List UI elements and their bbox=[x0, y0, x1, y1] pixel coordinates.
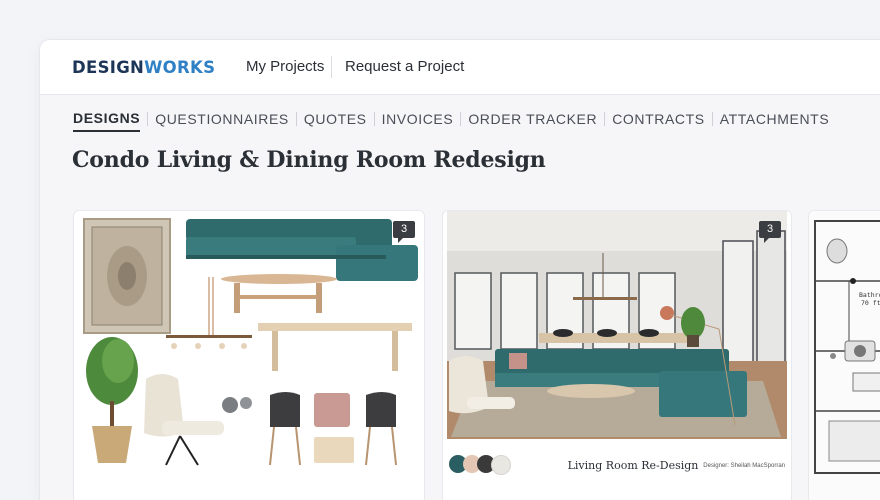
tab-questionnaires[interactable]: QUESTIONNAIRES bbox=[155, 111, 289, 131]
nav-request-project[interactable]: Request a Project bbox=[345, 58, 464, 75]
comment-count-badge[interactable]: 3 bbox=[393, 221, 415, 243]
tab-contracts[interactable]: CONTRACTS bbox=[612, 111, 705, 131]
design-card-floor-plan[interactable]: Bathroom 70 ft bbox=[808, 210, 880, 500]
comment-count-badge[interactable]: 3 bbox=[759, 221, 781, 243]
top-navigation-bar: DESIGNWORKS My Projects Request a Projec… bbox=[40, 40, 880, 95]
brand-logo-part2: WORKS bbox=[144, 57, 216, 77]
tab-attachments[interactable]: ATTACHMENTS bbox=[720, 111, 830, 131]
design-card-moodboard[interactable]: 3 bbox=[73, 210, 425, 500]
design-card-living-room[interactable]: 3 Living Room Re-Design Designer: Sheila… bbox=[442, 210, 792, 500]
moodboard-image bbox=[83, 218, 418, 466]
tab-divider bbox=[711, 112, 713, 126]
project-tabs: DESIGNS QUESTIONNAIRES QUOTES INVOICES O… bbox=[73, 110, 829, 132]
tab-divider bbox=[295, 112, 297, 126]
tab-invoices[interactable]: INVOICES bbox=[382, 111, 454, 131]
plan-label-area: 70 ft bbox=[861, 299, 880, 307]
plan-label-bathroom: Bathroom bbox=[859, 291, 880, 299]
page-title: Condo Living & Dining Room Redesign bbox=[72, 147, 546, 173]
app-window: DESIGNWORKS My Projects Request a Projec… bbox=[40, 40, 880, 500]
nav-divider bbox=[331, 56, 332, 78]
tab-order-tracker[interactable]: ORDER TRACKER bbox=[468, 111, 597, 131]
tab-divider bbox=[460, 112, 462, 126]
tab-divider bbox=[147, 112, 149, 126]
brand-logo[interactable]: DESIGNWORKS bbox=[72, 58, 215, 77]
tab-designs[interactable]: DESIGNS bbox=[73, 110, 141, 132]
card-caption: Living Room Re-Design bbox=[567, 459, 699, 472]
designer-credit: Designer: Sheilah MacSporran bbox=[703, 463, 785, 469]
tab-quotes[interactable]: QUOTES bbox=[304, 111, 367, 131]
tab-divider bbox=[373, 112, 375, 126]
floor-plan-image bbox=[809, 211, 880, 500]
brand-logo-part1: DESIGN bbox=[72, 57, 145, 77]
nav-my-projects[interactable]: My Projects bbox=[246, 58, 324, 75]
color-swatch bbox=[491, 455, 511, 475]
tab-divider bbox=[604, 112, 606, 126]
